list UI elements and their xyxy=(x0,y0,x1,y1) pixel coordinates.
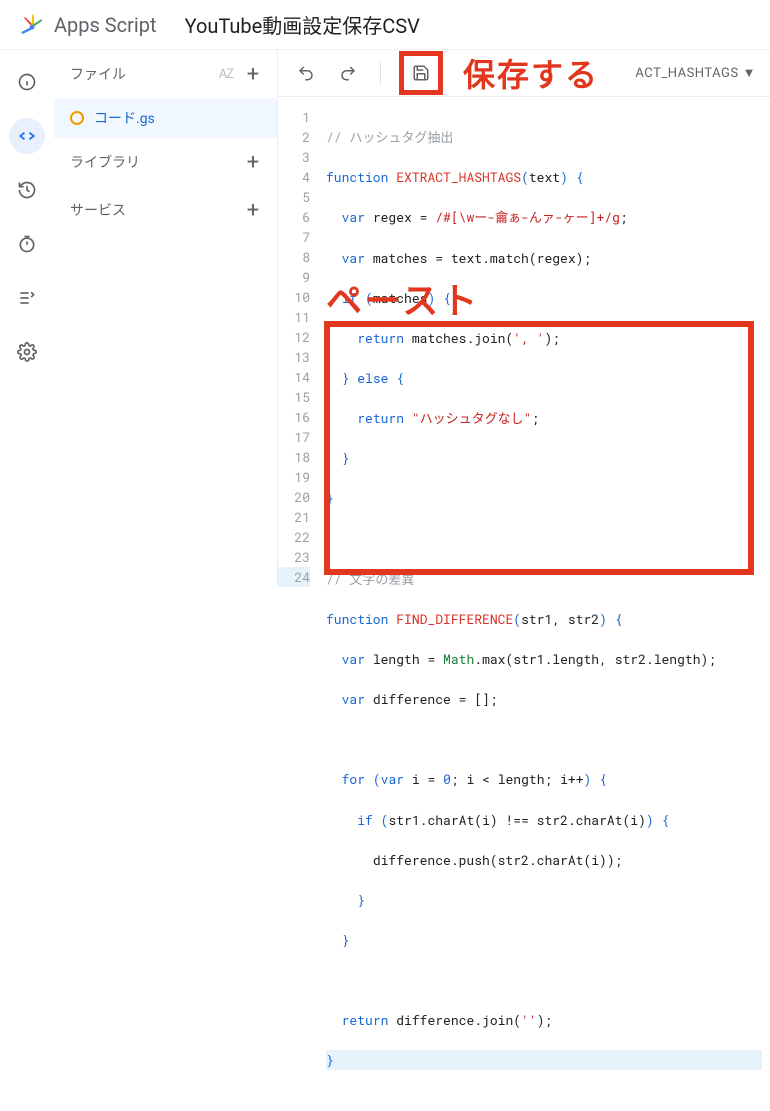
libraries-section-head: ライブラリ + xyxy=(54,138,277,186)
save-button-highlight xyxy=(399,51,443,95)
undo-button[interactable] xyxy=(292,59,320,87)
rail-settings-icon[interactable] xyxy=(9,334,45,370)
services-label: サービス xyxy=(70,200,126,220)
files-label: ファイル xyxy=(70,64,126,84)
project-title[interactable]: YouTube動画設定保存CSV xyxy=(185,10,420,39)
add-library-button[interactable]: + xyxy=(241,150,265,175)
file-name: コード.gs xyxy=(94,108,155,128)
sidebar: ファイル AZ + コード.gs ライブラリ + サービス + xyxy=(54,50,278,585)
code-editor[interactable]: 123456789101112131415161718192021222324 … xyxy=(278,97,770,1111)
redo-button[interactable] xyxy=(334,59,362,87)
function-selector[interactable]: ACT_HASHTAGS ▼ xyxy=(635,65,756,81)
code-content[interactable]: // ハッシュタグ抽出 function EXTRACT_HASHTAGS(te… xyxy=(320,97,770,1111)
line-gutter: 123456789101112131415161718192021222324 xyxy=(278,97,320,1111)
unsaved-dot-icon xyxy=(70,111,84,125)
left-rail xyxy=(0,50,54,585)
rail-history-icon[interactable] xyxy=(9,172,45,208)
sort-icon[interactable]: AZ xyxy=(219,67,233,82)
save-button[interactable] xyxy=(407,59,435,87)
toolbar-divider xyxy=(380,62,381,84)
annotation-paste: ペースト xyxy=(326,272,480,324)
rail-executions-icon[interactable] xyxy=(9,280,45,316)
app-title: Apps Script xyxy=(54,13,157,37)
apps-script-logo xyxy=(18,12,44,38)
rail-triggers-icon[interactable] xyxy=(9,226,45,262)
add-service-button[interactable]: + xyxy=(241,198,265,223)
libraries-label: ライブラリ xyxy=(70,152,140,172)
files-section-head: ファイル AZ + xyxy=(54,50,277,98)
rail-editor-icon[interactable] xyxy=(9,118,45,154)
editor-toolbar: 保存する ACT_HASHTAGS ▼ xyxy=(278,50,770,97)
add-file-button[interactable]: + xyxy=(241,62,265,87)
rail-overview-icon[interactable] xyxy=(9,64,45,100)
app-header: Apps Script YouTube動画設定保存CSV xyxy=(0,0,770,50)
file-item-code[interactable]: コード.gs xyxy=(54,98,277,138)
services-section-head: サービス + xyxy=(54,186,277,234)
chevron-down-icon: ▼ xyxy=(743,65,756,81)
annotation-save: 保存する xyxy=(463,50,599,96)
